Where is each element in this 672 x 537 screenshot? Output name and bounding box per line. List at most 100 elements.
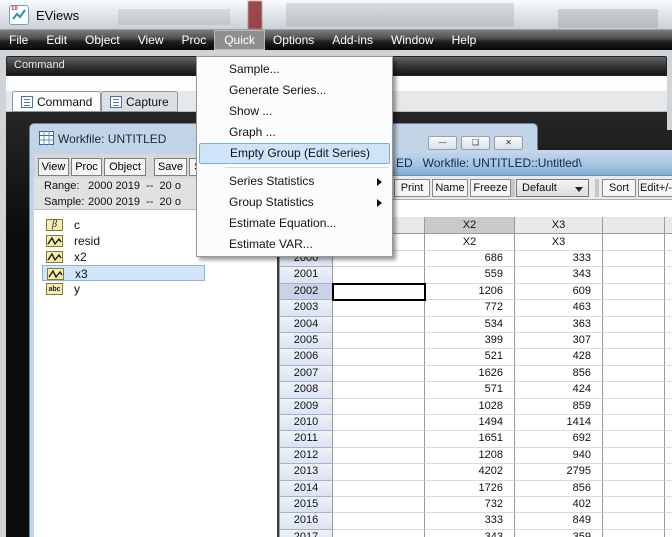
column-header[interactable] — [665, 217, 672, 234]
data-cell[interactable] — [665, 349, 672, 365]
data-cell[interactable]: 333 — [515, 251, 603, 267]
workfile-toolbar-save-button[interactable]: Save — [154, 158, 187, 176]
data-cell[interactable] — [603, 333, 665, 349]
menu-item-graph[interactable]: Graph ... — [199, 122, 390, 143]
data-cell[interactable]: 856 — [515, 366, 603, 382]
data-cell[interactable]: 859 — [515, 399, 603, 415]
data-cell[interactable] — [333, 431, 425, 447]
data-cell[interactable] — [603, 317, 665, 333]
column-header[interactable]: X2 — [425, 217, 515, 234]
obs-cell[interactable]: 2011 — [279, 431, 333, 447]
data-cell[interactable]: 2795 — [515, 464, 603, 480]
workfile-toolbar-proc-button[interactable]: Proc — [71, 158, 102, 176]
data-cell[interactable] — [665, 267, 672, 283]
data-cell[interactable] — [333, 464, 425, 480]
data-cell[interactable]: 343 — [425, 530, 515, 537]
minimize-button[interactable]: — — [428, 136, 457, 150]
obs-cell[interactable]: 2001 — [279, 267, 333, 283]
obs-cell[interactable]: 2003 — [279, 300, 333, 316]
obs-cell[interactable]: 2005 — [279, 333, 333, 349]
workfile-toolbar-view-button[interactable]: View — [38, 158, 69, 176]
obs-cell[interactable]: 2008 — [279, 382, 333, 398]
group-toolbar-edit-button[interactable]: Edit+/- — [638, 179, 672, 197]
series-label-cell[interactable]: X3 — [515, 234, 603, 251]
obs-cell[interactable]: 2017 — [279, 530, 333, 537]
data-cell[interactable] — [333, 448, 425, 464]
object-row-resid[interactable]: resid — [42, 233, 205, 249]
data-cell[interactable] — [665, 382, 672, 398]
data-cell[interactable] — [603, 300, 665, 316]
obs-cell[interactable]: 2004 — [279, 317, 333, 333]
data-cell[interactable] — [665, 284, 672, 300]
obs-cell[interactable]: 2010 — [279, 415, 333, 431]
data-cell[interactable]: 307 — [515, 333, 603, 349]
menubar-item-file[interactable]: File — [0, 31, 37, 49]
object-row-x2[interactable]: x2 — [42, 249, 205, 265]
data-cell[interactable]: 609 — [515, 284, 603, 300]
data-cell[interactable] — [665, 448, 672, 464]
data-cell[interactable] — [665, 300, 672, 316]
data-cell[interactable] — [333, 497, 425, 513]
data-cell[interactable] — [603, 448, 665, 464]
series-label-cell[interactable] — [603, 234, 665, 251]
data-cell[interactable]: 402 — [515, 497, 603, 513]
data-cell[interactable]: 363 — [515, 317, 603, 333]
data-cell[interactable] — [665, 431, 672, 447]
data-cell[interactable]: 940 — [515, 448, 603, 464]
data-cell[interactable] — [333, 481, 425, 497]
menu-item-group-statistics[interactable]: Group Statistics — [199, 192, 390, 213]
menubar-item-edit[interactable]: Edit — [37, 31, 76, 49]
data-cell[interactable] — [333, 333, 425, 349]
data-cell[interactable] — [333, 399, 425, 415]
data-cell[interactable]: 1206 — [425, 284, 515, 300]
menubar-item-proc[interactable]: Proc — [173, 31, 216, 49]
workfile-toolbar-object-button[interactable]: Object — [104, 158, 146, 176]
obs-cell[interactable]: 2013 — [279, 464, 333, 480]
data-cell[interactable]: 1414 — [515, 415, 603, 431]
menubar-item-window[interactable]: Window — [382, 31, 443, 49]
data-cell[interactable]: 559 — [425, 267, 515, 283]
data-cell[interactable]: 732 — [425, 497, 515, 513]
data-cell[interactable] — [333, 530, 425, 537]
data-cell[interactable] — [333, 382, 425, 398]
data-cell[interactable] — [603, 497, 665, 513]
tab-command[interactable]: Command — [12, 91, 101, 112]
data-cell[interactable] — [665, 415, 672, 431]
data-cell[interactable]: 463 — [515, 300, 603, 316]
data-cell[interactable]: 399 — [425, 333, 515, 349]
data-cell[interactable]: 772 — [425, 300, 515, 316]
data-cell[interactable] — [333, 317, 425, 333]
menubar-item-options[interactable]: Options — [264, 31, 323, 49]
data-cell[interactable] — [603, 399, 665, 415]
data-cell[interactable] — [333, 300, 425, 316]
data-cell[interactable]: 571 — [425, 382, 515, 398]
data-cell[interactable]: 4202 — [425, 464, 515, 480]
close-button[interactable]: ✕ — [494, 136, 523, 150]
data-cell[interactable]: 686 — [425, 251, 515, 267]
group-toolbar-name-button[interactable]: Name — [432, 179, 468, 197]
data-cell[interactable] — [603, 366, 665, 382]
group-toolbar-sort-button[interactable]: Sort — [602, 179, 636, 197]
cell-cursor[interactable] — [332, 283, 426, 301]
data-cell[interactable] — [665, 481, 672, 497]
data-cell[interactable]: 1494 — [425, 415, 515, 431]
data-cell[interactable]: 1028 — [425, 399, 515, 415]
data-cell[interactable]: 1208 — [425, 448, 515, 464]
menubar-item-object[interactable]: Object — [76, 31, 129, 49]
menu-item-estimate-var[interactable]: Estimate VAR... — [199, 234, 390, 255]
menubar-item-quick[interactable]: Quick — [215, 31, 264, 49]
menubar-item-add-ins[interactable]: Add-ins — [323, 31, 382, 49]
data-cell[interactable] — [333, 267, 425, 283]
obs-cell[interactable]: 2014 — [279, 481, 333, 497]
data-cell[interactable] — [665, 464, 672, 480]
data-cell[interactable]: 428 — [515, 349, 603, 365]
data-cell[interactable] — [603, 415, 665, 431]
obs-cell[interactable]: 2012 — [279, 448, 333, 464]
group-toolbar-print-button[interactable]: Print — [394, 179, 430, 197]
data-cell[interactable]: 849 — [515, 513, 603, 529]
data-cell[interactable] — [665, 366, 672, 382]
series-label-cell[interactable]: X2 — [425, 234, 515, 251]
obs-cell[interactable]: 2016 — [279, 513, 333, 529]
data-cell[interactable] — [665, 317, 672, 333]
data-cell[interactable]: 1651 — [425, 431, 515, 447]
